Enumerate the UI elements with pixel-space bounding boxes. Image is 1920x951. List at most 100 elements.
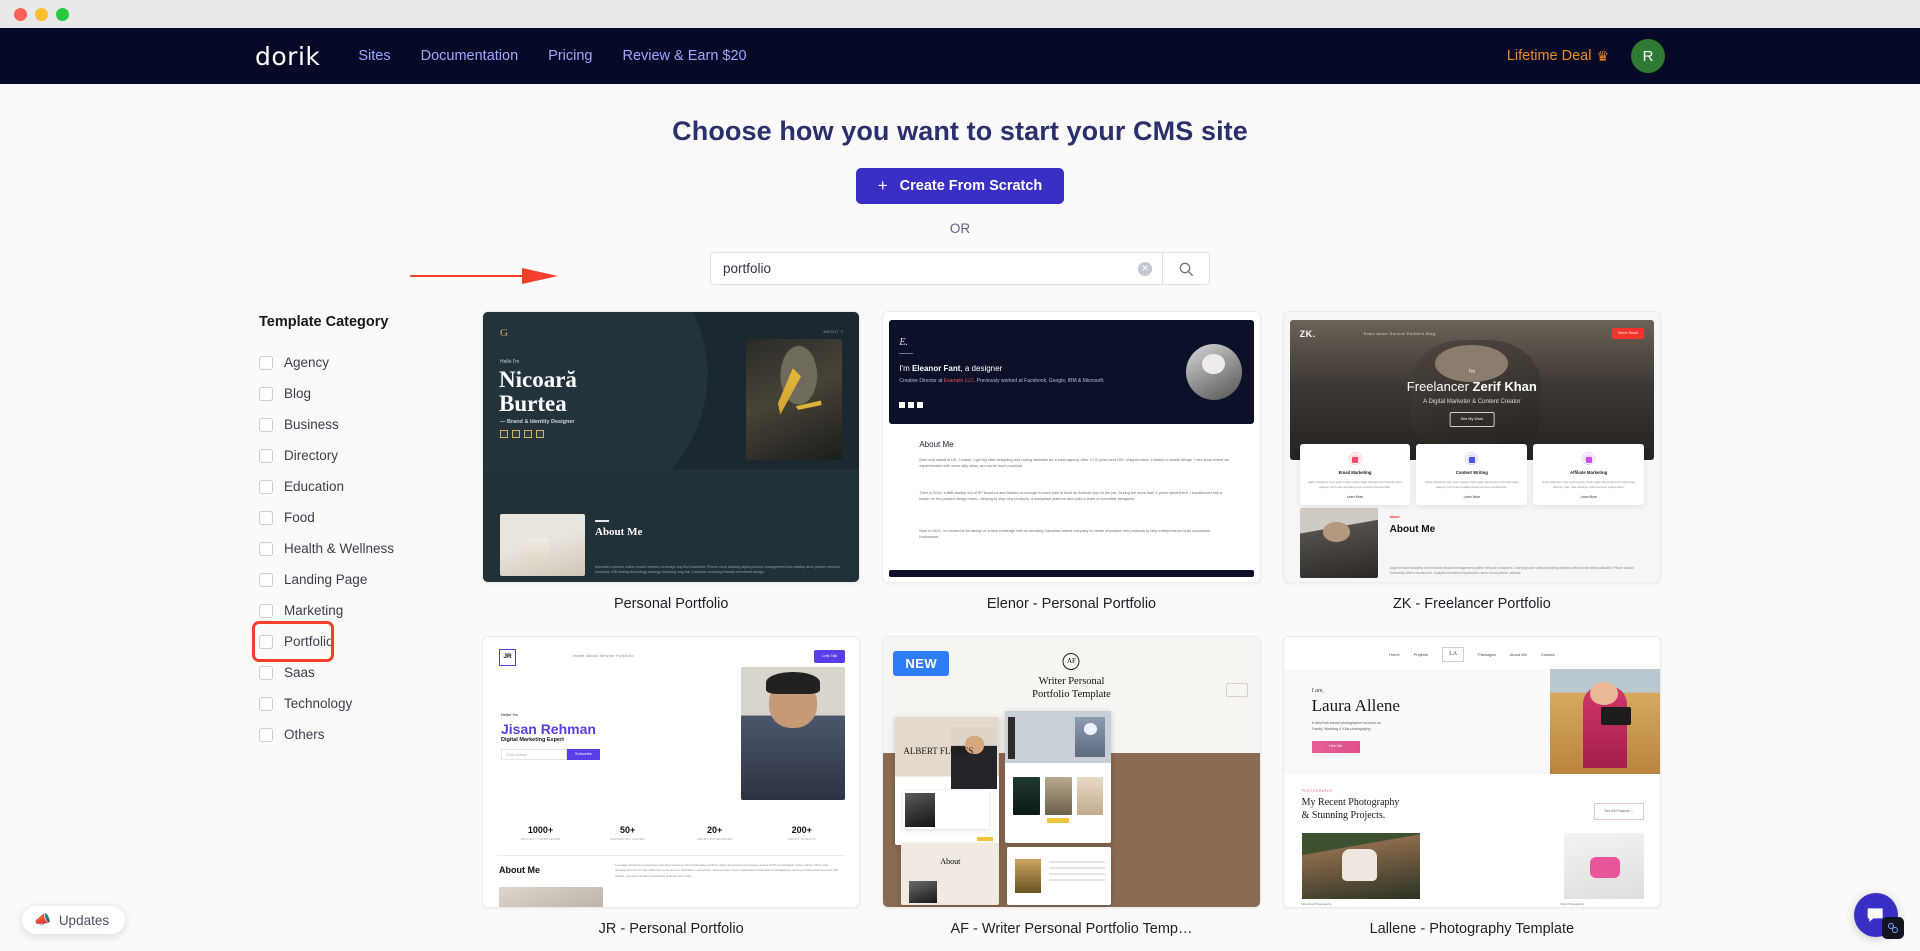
preview-hero-name: Freelancer Zerif Khan — [1406, 379, 1537, 394]
category-label-blog: Blog — [284, 386, 312, 401]
create-from-scratch-row: + Create From Scratch — [0, 168, 1920, 204]
category-item-saas[interactable]: Saas — [259, 657, 464, 688]
preview-name: Nicoară Burtea — [499, 367, 577, 417]
or-divider-label: OR — [949, 221, 971, 236]
category-label-food: Food — [284, 510, 315, 525]
preview-social-icons — [899, 402, 924, 408]
checkbox-landing-page[interactable] — [259, 572, 273, 587]
preview-service-title: Content Writing — [1455, 470, 1488, 475]
new-badge: NEW — [893, 651, 950, 676]
preview-nav: Home About Service Portfolio — [573, 654, 634, 658]
preview-headline: I'm Eleanor Fant, a designer — [899, 364, 1003, 373]
preview-about-image — [499, 887, 603, 907]
crown-icon: ♛ — [1596, 48, 1609, 64]
category-item-marketing[interactable]: Marketing — [259, 595, 464, 626]
checkbox-directory[interactable] — [259, 448, 273, 463]
category-item-business[interactable]: Business — [259, 409, 464, 440]
preview-stat: 50+ MARKETING AWARD — [610, 825, 646, 842]
nav-link-documentation[interactable]: Documentation — [421, 48, 519, 64]
template-card[interactable]: E. I'm Eleanor Fant, a designer Creative… — [882, 311, 1261, 636]
preview-service-body: Early adopters holy grail supply chain a… — [1425, 479, 1519, 489]
search-input[interactable] — [711, 253, 1138, 284]
category-label-directory: Directory — [284, 448, 339, 463]
template-thumbnail[interactable]: Home Projects LA Packages About Me Conta… — [1282, 636, 1661, 908]
template-card[interactable]: NEW AF Writer Personal Portfolio Templat… — [882, 636, 1261, 951]
nav-right-group: Lifetime Deal ♛ R — [1507, 39, 1665, 73]
preview-about-heading: About Me — [595, 526, 643, 539]
updates-button[interactable]: 📣 Updates — [22, 906, 126, 934]
checkbox-saas[interactable] — [259, 665, 273, 680]
chat-widget-button[interactable] — [1854, 893, 1904, 939]
preview-screen-1: ALBERT FLORES — [895, 717, 1000, 845]
window-close-button[interactable] — [14, 7, 27, 21]
preview-caption-2: Kids Photography — [1560, 902, 1584, 906]
category-item-blog[interactable]: Blog — [259, 378, 464, 409]
category-item-landing-page[interactable]: Landing Page — [259, 564, 464, 595]
search-group: ✕ — [710, 252, 1210, 285]
category-item-technology[interactable]: Technology — [259, 688, 464, 719]
create-from-scratch-button[interactable]: + Create From Scratch — [855, 168, 1065, 204]
category-item-education[interactable]: Education — [259, 471, 464, 502]
template-card[interactable]: G ABOUT ≡ Hello I'm Nicoară Burtea — Bra… — [482, 311, 861, 636]
lifetime-deal-label: Lifetime Deal — [1506, 48, 1592, 64]
checkbox-health-wellness[interactable] — [259, 541, 273, 556]
preview-description: A NewYork based photographer focused on … — [1311, 721, 1381, 731]
preview-tagline: A Digital Marketer & Content Creator — [1423, 399, 1521, 405]
preview-gallery-image-1 — [1301, 833, 1420, 899]
category-label-technology: Technology — [284, 696, 353, 711]
chat-badge[interactable] — [1882, 917, 1904, 939]
checkbox-food[interactable] — [259, 510, 273, 525]
template-thumbnail[interactable]: G ABOUT ≡ Hello I'm Nicoară Burtea — Bra… — [482, 311, 861, 583]
checkbox-agency[interactable] — [259, 355, 273, 370]
template-preview-personal-portfolio: G ABOUT ≡ Hello I'm Nicoară Burtea — Bra… — [483, 312, 860, 582]
preview-hello: Hello I'm — [500, 359, 520, 365]
preview-subscribe-row: Email Address Subscribe — [501, 749, 600, 761]
template-card[interactable]: ZK. Home About Service Portfolio Blog Ge… — [1282, 311, 1661, 636]
category-label-health-wellness: Health & Wellness — [284, 541, 395, 556]
checkbox-portfolio[interactable] — [259, 634, 273, 649]
template-thumbnail[interactable]: ZK. Home About Service Portfolio Blog Ge… — [1282, 311, 1661, 583]
template-card[interactable]: Home Projects LA Packages About Me Conta… — [1282, 636, 1661, 951]
preview-service-link: Learn More — [1463, 494, 1480, 499]
checkbox-blog[interactable] — [259, 386, 273, 401]
checkbox-business[interactable] — [259, 417, 273, 432]
preview-author-name: ALBERT FLORES — [903, 746, 974, 756]
preview-portrait-image — [741, 667, 846, 800]
preview-about-kicker: About — [1389, 515, 1400, 520]
checkbox-marketing[interactable] — [259, 603, 273, 618]
category-item-agency[interactable]: Agency — [259, 347, 464, 378]
preview-monogram: AF — [1062, 653, 1080, 670]
search-button[interactable] — [1162, 253, 1209, 284]
preview-paragraph-3: Now in 2023, I'm excited to be taking on… — [919, 529, 1211, 540]
template-thumbnail[interactable]: E. I'm Eleanor Fant, a designer Creative… — [882, 311, 1261, 583]
window-minimize-button[interactable] — [35, 7, 48, 21]
category-item-portfolio[interactable]: Portfolio — [252, 621, 334, 662]
preview-stat: 20+ YEARS EXPERIENCE — [696, 825, 733, 842]
category-item-food[interactable]: Food — [259, 502, 464, 533]
checkbox-technology[interactable] — [259, 696, 273, 711]
category-item-others[interactable]: Others — [259, 719, 464, 750]
template-category-sidebar: Template Category Agency Blog Business D… — [252, 311, 464, 951]
template-preview-elenor: E. I'm Eleanor Fant, a designer Creative… — [883, 312, 1260, 582]
nav-link-review-earn[interactable]: Review & Earn $20 — [622, 48, 746, 64]
preview-cta-button: Hire Me — [1311, 741, 1360, 753]
checkbox-others[interactable] — [259, 727, 273, 742]
lifetime-deal-link[interactable]: Lifetime Deal ♛ — [1507, 48, 1609, 64]
category-label-agency: Agency — [284, 355, 330, 370]
preview-logo: G — [500, 327, 508, 339]
avatar[interactable]: R — [1631, 39, 1665, 73]
dorik-logo[interactable]: dorik — [255, 42, 320, 71]
window-maximize-button[interactable] — [56, 7, 69, 21]
template-thumbnail[interactable]: JR Home About Service Portfolio Lets Tal… — [482, 636, 861, 908]
template-thumbnail[interactable]: NEW AF Writer Personal Portfolio Templat… — [882, 636, 1261, 908]
nav-link-pricing[interactable]: Pricing — [548, 48, 592, 64]
category-item-health-wellness[interactable]: Health & Wellness — [259, 533, 464, 564]
preview-caption-1: Wedding Photography — [1301, 902, 1332, 906]
preview-role: — Brand & Identity Designer — [500, 419, 575, 425]
clear-icon[interactable]: ✕ — [1138, 261, 1152, 276]
checkbox-education[interactable] — [259, 479, 273, 494]
nav-link-sites[interactable]: Sites — [358, 48, 390, 64]
template-card[interactable]: JR Home About Service Portfolio Lets Tal… — [482, 636, 861, 951]
category-item-directory[interactable]: Directory — [259, 440, 464, 471]
preview-about-text: Angel investor analytics niche market pr… — [1389, 565, 1635, 575]
